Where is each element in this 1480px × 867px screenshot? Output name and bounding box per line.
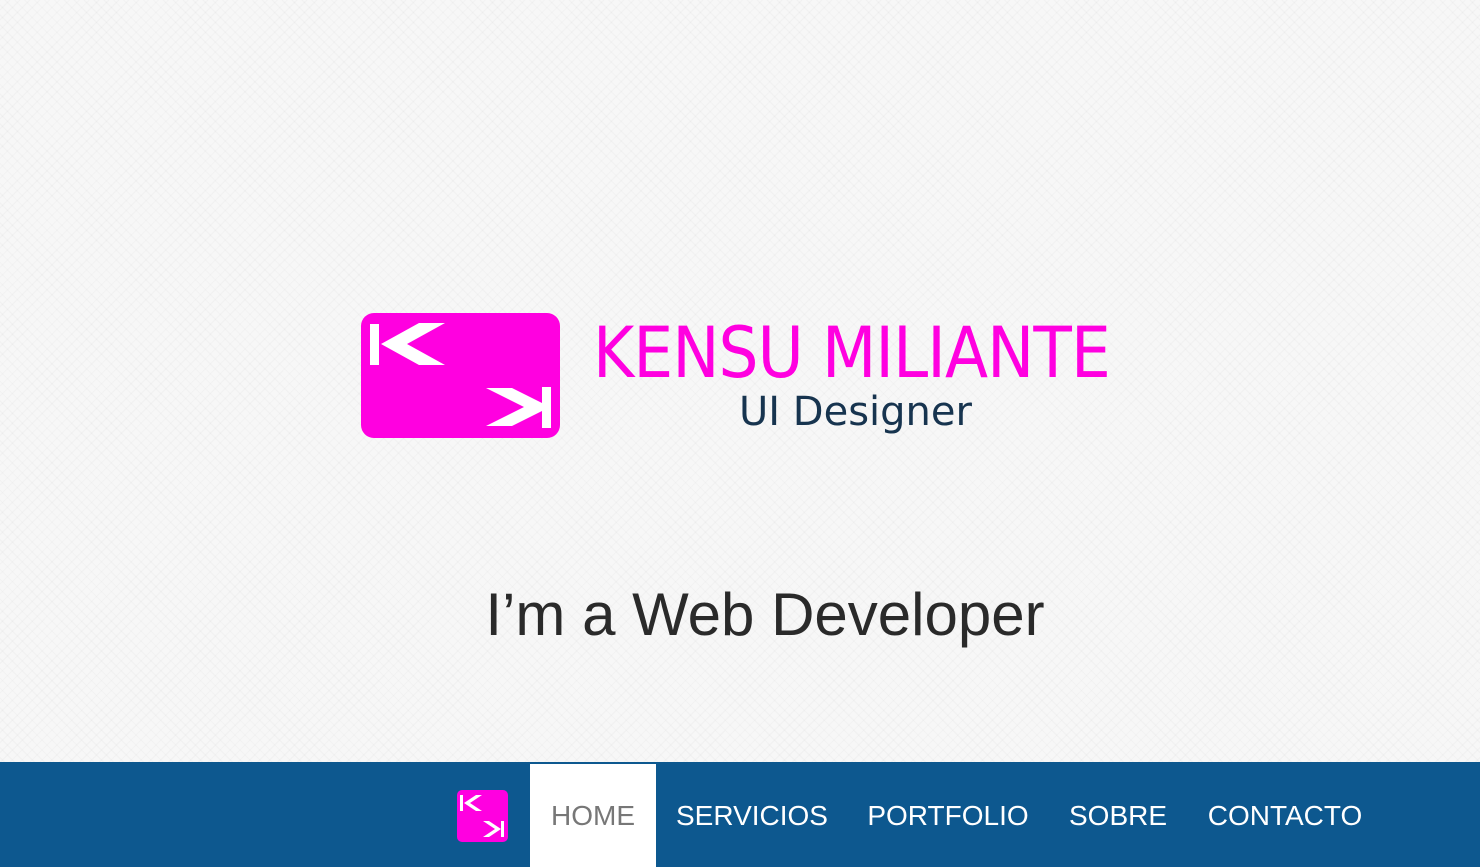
nav-item-home[interactable]: HOME: [530, 764, 656, 867]
brand-name: KENSU MILIANTE: [593, 312, 1111, 394]
km-logo-icon[interactable]: [457, 790, 508, 842]
hero-logo: KENSU MILIANTE UI Designer: [361, 313, 1161, 439]
nav-item-servicios[interactable]: SERVICIOS: [662, 764, 842, 867]
nav-item-portfolio[interactable]: PORTFOLIO: [854, 764, 1042, 867]
km-logo-icon: [361, 313, 560, 438]
nav-item-contacto[interactable]: CONTACTO: [1195, 764, 1375, 867]
brand-role: UI Designer: [739, 389, 972, 435]
hero-section: KENSU MILIANTE UI Designer I’m a Web Dev…: [0, 0, 1480, 762]
hero-tagline: I’m a Web Developer: [485, 581, 1045, 648]
main-navbar: HOME SERVICIOS PORTFOLIO SOBRE CONTACTO: [0, 762, 1480, 867]
nav-item-sobre[interactable]: SOBRE: [1058, 764, 1178, 867]
